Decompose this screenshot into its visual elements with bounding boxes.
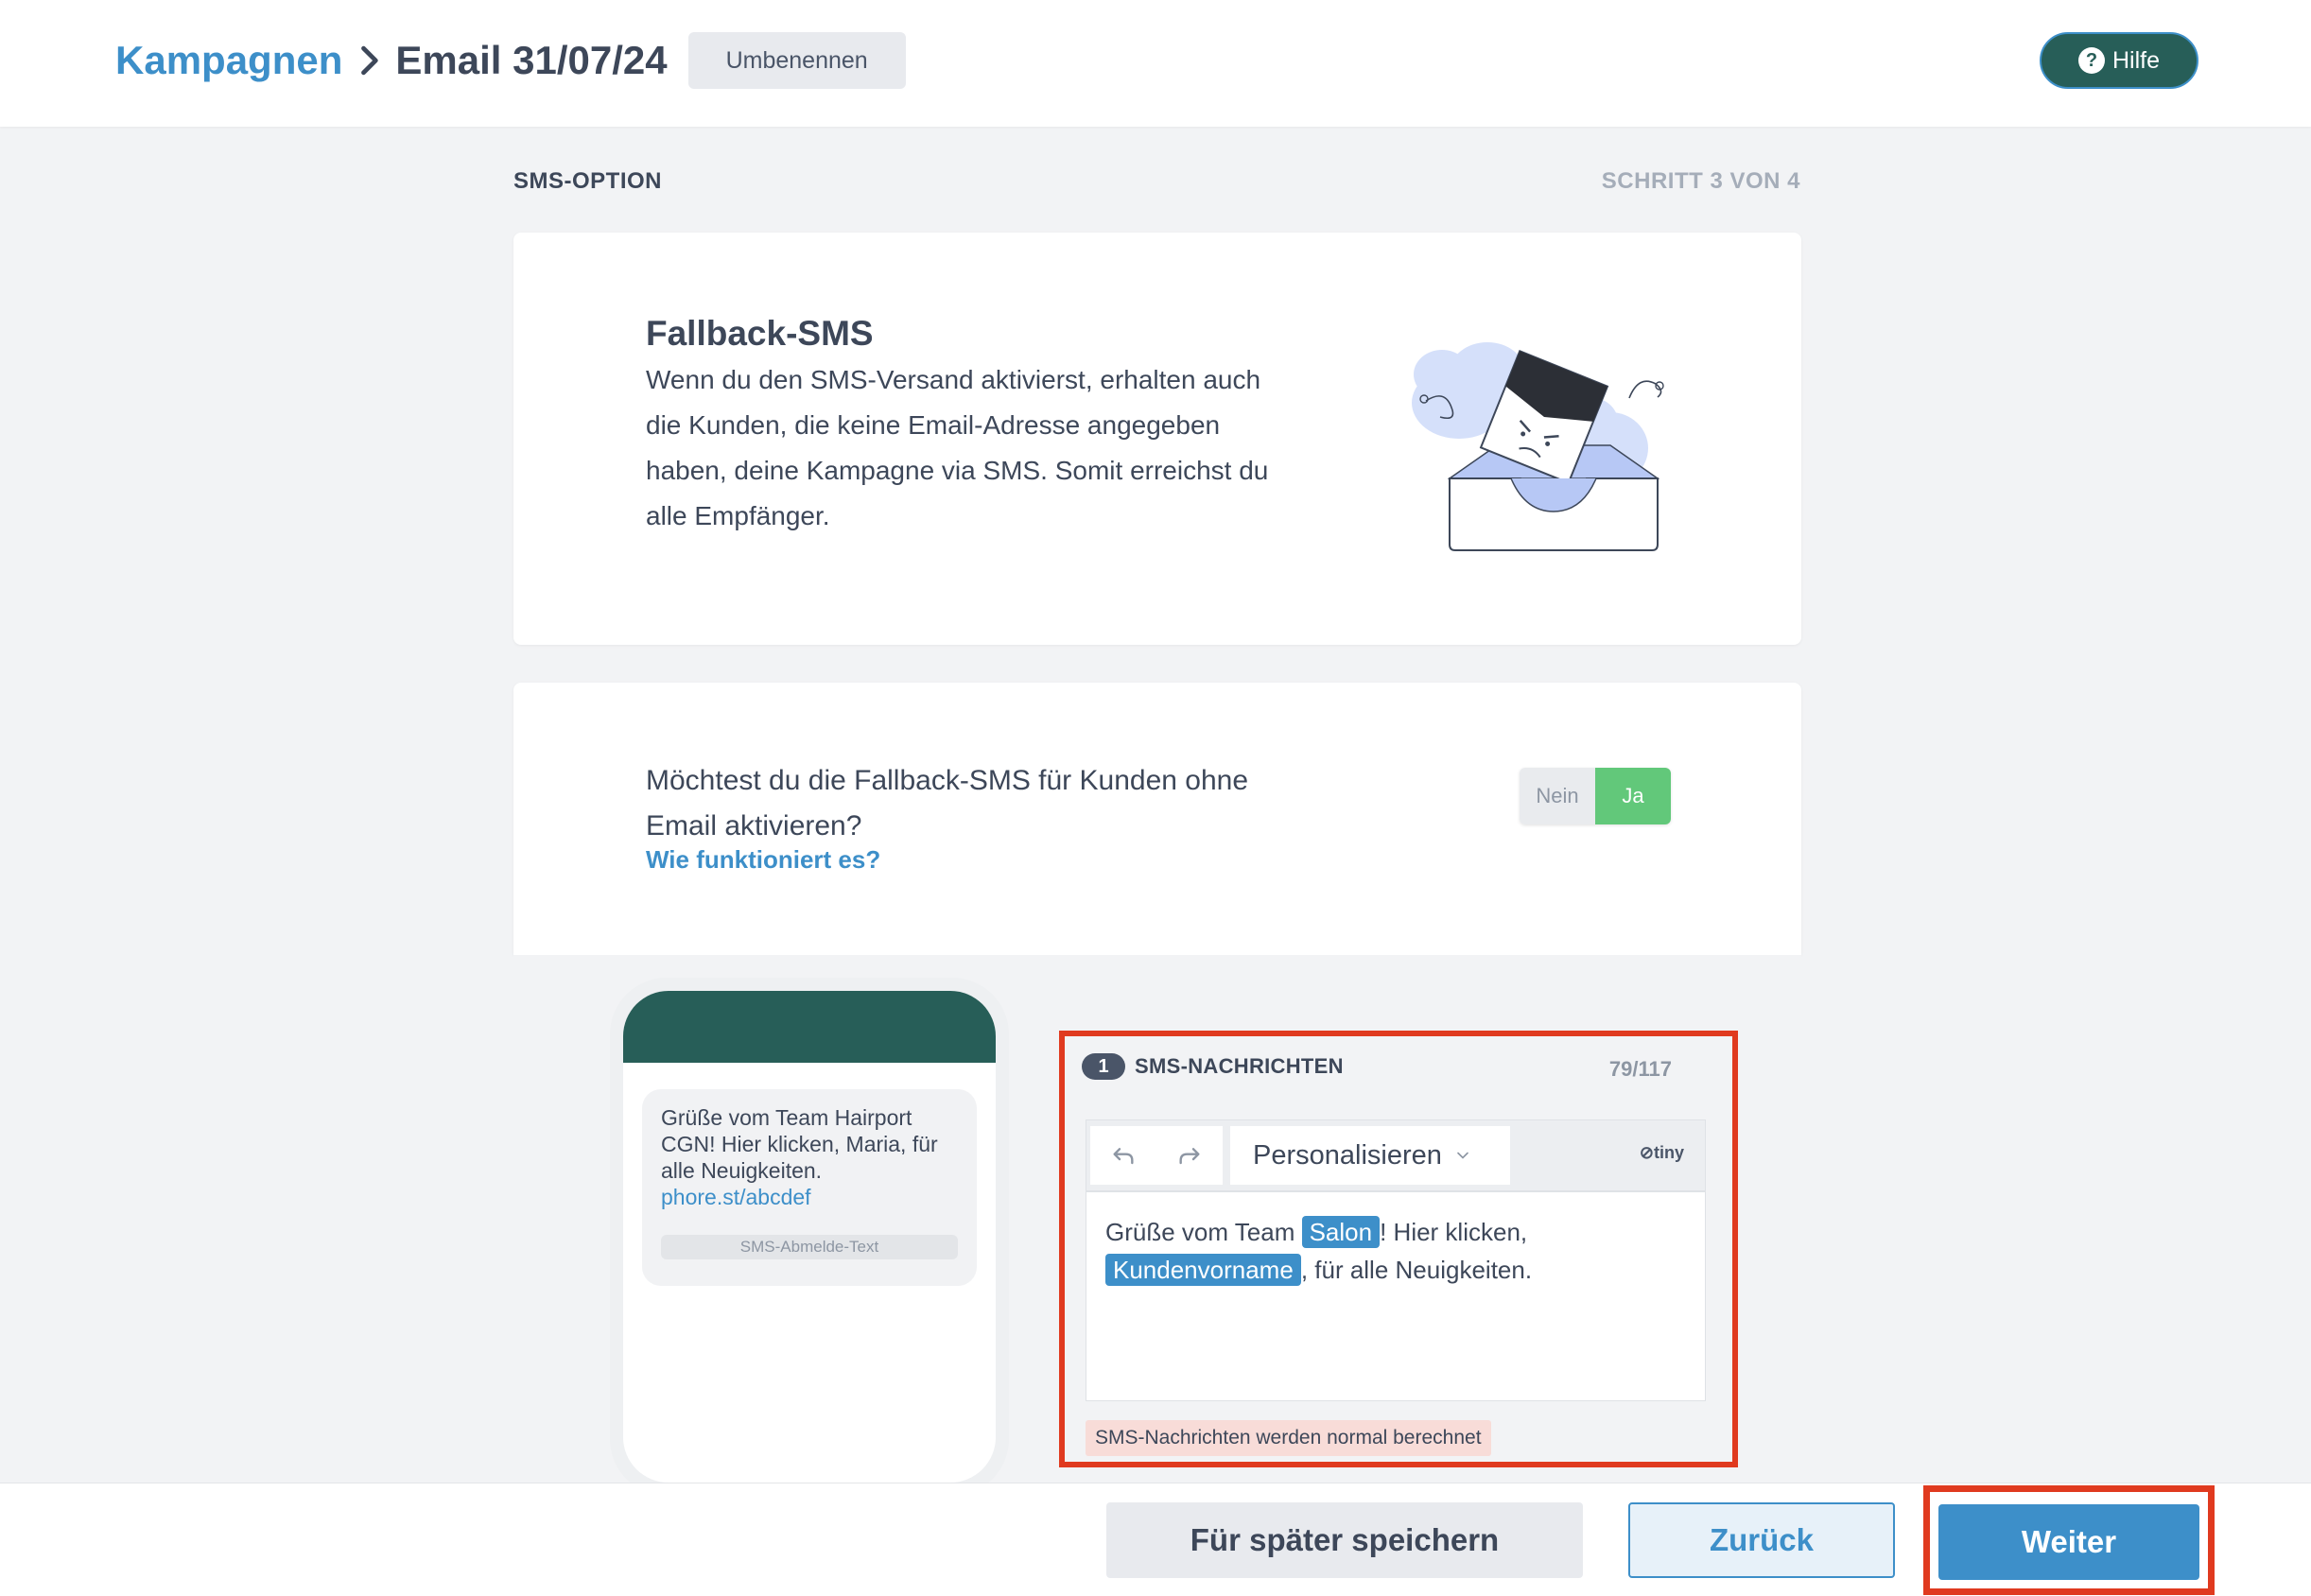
placeholder-tag-first-name[interactable]: Kundenvorname: [1105, 1254, 1301, 1286]
history-buttons: [1090, 1126, 1223, 1185]
rename-button[interactable]: Umbenennen: [687, 32, 906, 89]
sms-activation-toggle[interactable]: Nein Ja: [1520, 768, 1671, 824]
footer-actions: Für später speichern Zurück Weiter: [0, 1483, 2311, 1596]
chevron-right-icon: [361, 45, 379, 76]
sms-toggle-card: Möchtest du die Fallback-SMS für Kunden …: [513, 683, 1801, 955]
help-button-label: Hilfe: [2111, 46, 2160, 74]
top-header: Kampagnen Email 31/07/24 Umbenennen ? Hi…: [0, 0, 2311, 127]
sms-preview-link: phore.st/abcdef: [661, 1185, 811, 1209]
character-counter: 79/117: [1608, 1057, 1672, 1081]
sms-editor-panel: 1 SMS-NACHRICHTEN 79/117 Personalisieren…: [1059, 1031, 1738, 1467]
back-button[interactable]: Zurück: [1628, 1502, 1895, 1578]
personalize-label: Personalisieren: [1253, 1139, 1442, 1171]
tiny-logo-label: tiny: [1653, 1143, 1684, 1162]
editor-text-part: ! Hier klicken,: [1380, 1218, 1528, 1246]
unsubscribe-text: SMS-Abmelde-Text: [661, 1235, 958, 1259]
toggle-yes-option[interactable]: Ja: [1595, 768, 1671, 824]
angry-envelope-illustration: [1412, 342, 1664, 551]
sms-preview-text: Grüße vom Team Hairport CGN! Hier klicke…: [661, 1105, 938, 1183]
breadcrumb: Kampagnen Email 31/07/24 Umbenennen: [115, 32, 906, 89]
breadcrumb-campaigns-link[interactable]: Kampagnen: [115, 38, 342, 83]
sms-text-editor[interactable]: Grüße vom Team Salon! Hier klicken, Kund…: [1086, 1191, 1706, 1401]
editor-text-part: Grüße vom Team: [1105, 1218, 1302, 1246]
campaign-title: Email 31/07/24: [395, 38, 668, 82]
phone-header-bar: [623, 991, 996, 1063]
step-counter: SCHRITT 3 VON 4: [1601, 168, 1800, 194]
chevron-down-icon: [1457, 1152, 1468, 1159]
undo-icon[interactable]: [1090, 1126, 1156, 1185]
editor-toolbar: Personalisieren ⊘tiny: [1086, 1119, 1706, 1191]
placeholder-tag-salon[interactable]: Salon: [1301, 1216, 1381, 1248]
tiny-logo: ⊘tiny: [1639, 1143, 1684, 1162]
info-description: Wenn du den SMS-Versand aktivierst, erha…: [646, 365, 1269, 530]
activation-question: Möchtest du die Fallback-SMS für Kunden …: [646, 765, 1249, 841]
phone-preview: Grüße vom Team Hairport CGN! Hier klicke…: [610, 978, 1009, 1496]
sms-preview-section: Grüße vom Team Hairport CGN! Hier klicke…: [513, 955, 1801, 1496]
section-title: SMS-OPTION: [513, 168, 663, 194]
billing-note: SMS-Nachrichten werden normal berechnet: [1086, 1420, 1491, 1456]
how-it-works-link[interactable]: Wie funktioniert es?: [646, 845, 880, 875]
help-button[interactable]: ? Hilfe: [2040, 32, 2198, 89]
phone-screen: Grüße vom Team Hairport CGN! Hier klicke…: [623, 991, 996, 1483]
editor-label: SMS-NACHRICHTEN: [1135, 1054, 1344, 1078]
save-for-later-button[interactable]: Für später speichern: [1106, 1502, 1583, 1578]
redo-icon[interactable]: [1156, 1126, 1223, 1185]
editor-header: 1 SMS-NACHRICHTEN: [1082, 1053, 1344, 1080]
sms-bubble: Grüße vom Team Hairport CGN! Hier klicke…: [642, 1089, 977, 1286]
editor-text-part: , für alle Neuigkeiten.: [1300, 1256, 1533, 1284]
next-button[interactable]: Weiter: [1938, 1504, 2199, 1580]
toggle-no-option[interactable]: Nein: [1520, 768, 1595, 824]
question-circle-icon: ?: [2077, 47, 2105, 74]
personalize-dropdown[interactable]: Personalisieren: [1230, 1126, 1510, 1185]
message-number-badge: 1: [1082, 1053, 1125, 1080]
fallback-info-card: Fallback-SMS Wenn du den SMS-Versand akt…: [513, 233, 1801, 645]
info-title: Fallback-SMS: [646, 314, 874, 353]
